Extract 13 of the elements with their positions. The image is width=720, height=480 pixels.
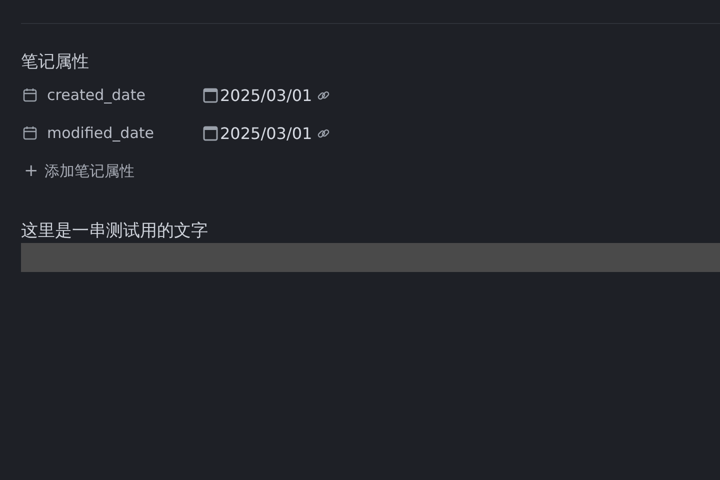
property-name[interactable]: modified_date xyxy=(47,124,197,142)
add-property-button[interactable]: + 添加笔记属性 xyxy=(21,158,134,184)
date-value[interactable]: 2025/03/01 xyxy=(220,124,312,142)
calendar-icon xyxy=(22,87,38,103)
link-icon[interactable] xyxy=(317,88,330,102)
paragraph: 这里是一串测试用的文字 xyxy=(21,220,209,241)
properties-heading: 笔记属性 xyxy=(21,51,90,74)
link-icon[interactable] xyxy=(317,126,330,140)
calendar-icon xyxy=(22,125,38,141)
date-value[interactable]: 2025/03/01 xyxy=(220,86,312,104)
calendar-icon[interactable] xyxy=(203,87,218,103)
calendar-icon[interactable] xyxy=(203,125,218,141)
property-name[interactable]: created_date xyxy=(47,86,197,104)
